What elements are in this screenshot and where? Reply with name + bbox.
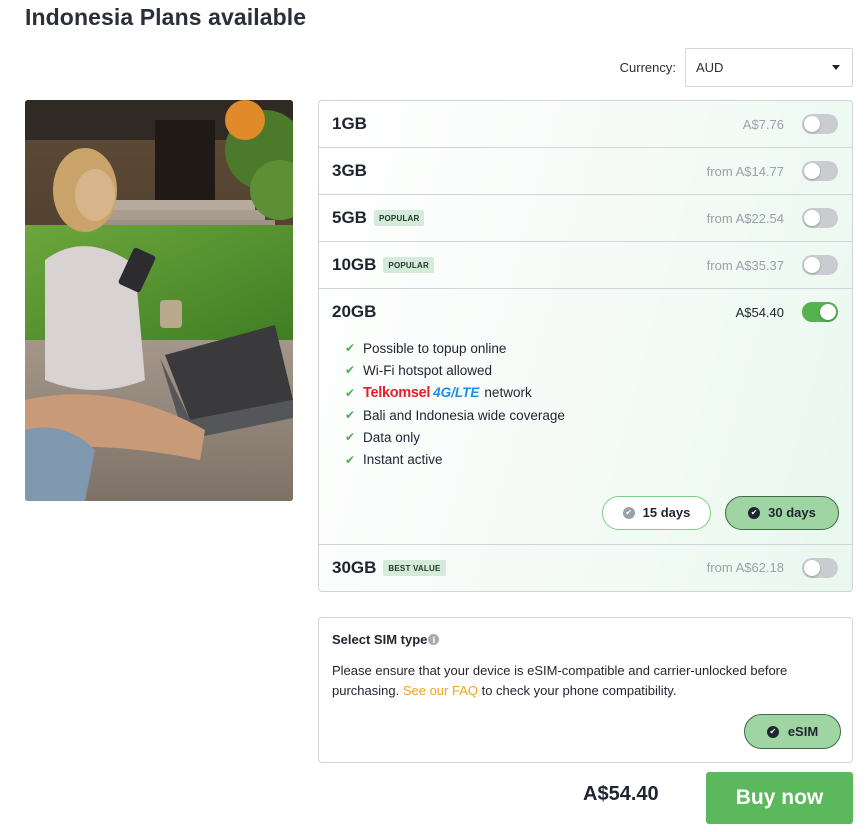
plan-name: 30GB [332, 557, 377, 577]
plan-toggle[interactable] [802, 161, 838, 181]
plan-price: from A$35.37 [706, 257, 784, 273]
plan-name: 1GB [332, 114, 367, 133]
plan-price: A$54.40 [735, 304, 784, 320]
sim-type-panel: Select SIM type i Please ensure that you… [318, 617, 853, 763]
toggle-knob [804, 559, 820, 576]
plan-header-30gb[interactable]: 30GB BEST VALUE from A$62.18 [319, 545, 852, 591]
plan-toggle[interactable] [802, 114, 838, 134]
lte-logo: 4G/LTE [433, 385, 480, 401]
total-price: A$54.40 [583, 783, 659, 805]
plan-header-3gb[interactable]: 3GB from A$14.77 [319, 148, 852, 194]
info-icon[interactable]: i [428, 634, 440, 645]
popular-badge: POPULAR [373, 210, 425, 226]
chevron-down-icon [832, 65, 840, 70]
plan-item: 3GB from A$14.77 [319, 148, 852, 195]
currency-select[interactable]: AUD [685, 48, 853, 87]
duration-30-days-button[interactable]: ✔ 30 days [725, 495, 839, 530]
feature-list: ✔ Possible to topup online ✔ Wi-Fi hotspot… [345, 337, 839, 471]
plan-price: A$7.76 [742, 116, 784, 132]
check-icon: ✔ [345, 408, 356, 423]
toggle-knob [804, 257, 820, 273]
feature-item: ✔ Bali and Indonesia wide coverage [345, 407, 565, 423]
check-circle-icon: ✔ [748, 506, 761, 519]
plan-item: 1GB A$7.76 [319, 101, 852, 148]
plan-item: 30GB BEST VALUE from A$62.18 [319, 545, 852, 591]
feature-item: ✔ Possible to topup online [345, 340, 507, 356]
toggle-knob [804, 210, 820, 226]
check-icon: ✔ [345, 385, 356, 400]
check-icon: ✔ [345, 341, 356, 356]
check-icon: ✔ [345, 430, 356, 445]
plan-price: from A$22.54 [706, 210, 784, 226]
toggle-knob [804, 116, 820, 132]
feature-item: ✔ Instant active [345, 452, 443, 468]
check-icon: ✔ [345, 363, 356, 378]
plan-toggle[interactable] [802, 208, 838, 228]
plan-header-20gb[interactable]: 20GB A$54.40 [319, 289, 852, 335]
currency-selected-value: AUD [696, 60, 724, 75]
plan-item: 10GB POPULAR from A$35.37 [319, 242, 852, 289]
plan-name: 20GB [332, 302, 377, 321]
plan-item-expanded: 20GB A$54.40 ✔ Possible to topup online ✔… [319, 289, 852, 545]
plan-list: 1GB A$7.76 3GB from A$14.77 5GB POPULAR … [318, 100, 853, 592]
faq-link[interactable]: See our FAQ [403, 683, 478, 698]
plan-price: from A$62.18 [706, 560, 784, 576]
feature-item: ✔ Data only [345, 429, 421, 445]
telkomsel-logo: Telkomsel [363, 384, 431, 401]
plan-details: ✔ Possible to topup online ✔ Wi-Fi hotspot… [319, 337, 852, 544]
plan-header-1gb[interactable]: 1GB A$7.76 [319, 101, 852, 147]
plan-header-10gb[interactable]: 10GB POPULAR from A$35.37 [319, 242, 852, 288]
check-icon: ✔ [345, 452, 356, 467]
check-circle-icon: ✔ [622, 506, 635, 519]
plan-toggle[interactable] [802, 557, 838, 578]
currency-row: Currency: AUD [620, 48, 853, 87]
plan-name: 3GB [332, 161, 367, 180]
plan-price: from A$14.77 [706, 163, 784, 179]
sim-type-title: Select SIM type i [332, 632, 839, 647]
feature-item: ✔ Wi-Fi hotspot allowed [345, 362, 493, 378]
page-title: Indonesia Plans available [25, 4, 307, 30]
plan-header-5gb[interactable]: 5GB POPULAR from A$22.54 [319, 195, 852, 241]
toggle-knob [804, 163, 820, 179]
hero-photo [25, 100, 293, 501]
check-circle-icon: ✔ [766, 725, 779, 738]
network-suffix: network [484, 385, 532, 401]
esim-option-button[interactable]: ✔ eSIM [744, 714, 841, 749]
popular-badge: POPULAR [383, 257, 434, 273]
plan-item: 5GB POPULAR from A$22.54 [319, 195, 852, 242]
plan-toggle[interactable] [802, 302, 838, 322]
plan-toggle[interactable] [802, 255, 838, 275]
plan-name: 5GB [332, 208, 367, 227]
feature-item-network: ✔ Telkomsel 4G/LTE network [345, 382, 839, 404]
duration-15-days-button[interactable]: ✔ 15 days [602, 495, 711, 530]
best-value-badge: BEST VALUE [383, 559, 446, 576]
sim-compat-text: Please ensure that your device is eSIM-c… [332, 663, 788, 698]
plan-name: 10GB [332, 255, 377, 274]
currency-label: Currency: [619, 60, 676, 75]
buy-now-button[interactable]: Buy now [706, 772, 853, 824]
toggle-knob [820, 304, 836, 320]
duration-options: ✔ 15 days ✔ 30 days [345, 495, 839, 530]
